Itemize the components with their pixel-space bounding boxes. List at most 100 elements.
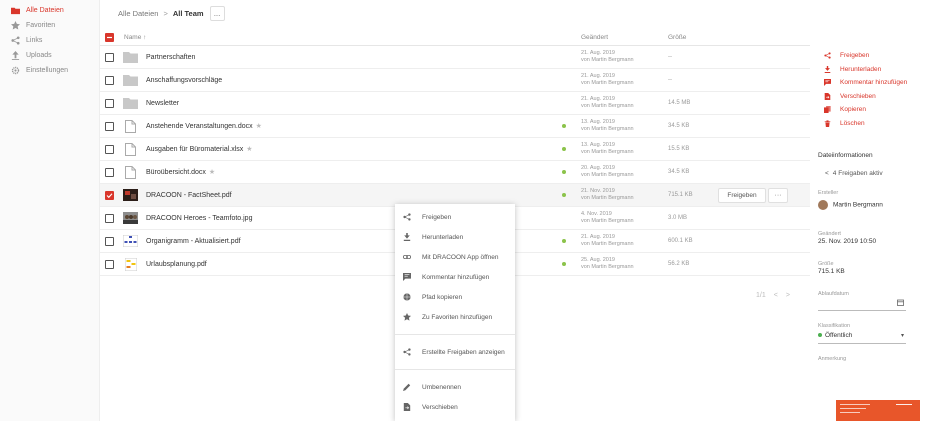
classification-label: Klassifikation: [818, 323, 851, 329]
modified-info: 13. Aug. 2019 von Martin Bergmann: [581, 142, 634, 155]
context-menu-item[interactable]: Kopieren: [395, 417, 515, 421]
file-icon: [123, 142, 138, 156]
file-size: 14.5 MB: [668, 100, 691, 106]
file-name[interactable]: Partnerschaften: [146, 54, 195, 61]
breadcrumb-root[interactable]: Alle Dateien: [118, 9, 158, 18]
context-menu-item[interactable]: Herunterladen: [395, 227, 515, 247]
modified-info: 21. Aug. 2019 von Martin Bergmann: [581, 234, 634, 247]
copy-icon: [824, 106, 833, 114]
file-name[interactable]: Anstehende Veranstaltungen.docx ★: [146, 122, 262, 130]
file-name[interactable]: DRACOON - FactSheet.pdf: [146, 192, 232, 199]
context-menu-item[interactable]: Mit DRACOON App öffnen: [395, 247, 515, 267]
upload-icon: [10, 51, 20, 61]
thumbnail-image: [123, 212, 138, 225]
sidebar-item-all-files[interactable]: Alle Dateien: [0, 3, 99, 18]
details-panel: Freigeben Herunterladen Kommentar hinzufüg…: [810, 0, 945, 421]
details-action-label: Kopieren: [840, 106, 867, 114]
context-menu-item[interactable]: Pfad kopieren: [395, 287, 515, 307]
prev-page-button[interactable]: <: [774, 292, 778, 299]
sidebar-item-uploads[interactable]: Uploads: [0, 48, 99, 63]
context-menu-item[interactable]: Zu Favoriten hinzufügen: [395, 307, 515, 327]
file-size: --: [668, 54, 672, 60]
file-name[interactable]: Ausgaben für Büromaterial.xlsx ★: [146, 145, 253, 153]
details-action[interactable]: Verschieben: [810, 90, 945, 104]
sync-status-dot: [562, 124, 566, 128]
star-icon[interactable]: ★: [256, 123, 262, 130]
sidebar-item-favorites[interactable]: Favoriten: [0, 18, 99, 33]
expiry-date-input[interactable]: [818, 299, 906, 309]
gear-icon: [10, 66, 20, 76]
table-row[interactable]: Anstehende Veranstaltungen.docx ★ 13. Aug.…: [100, 115, 810, 138]
row-more-button[interactable]: ···: [768, 187, 788, 203]
row-checkbox[interactable]: [105, 236, 114, 246]
star-icon[interactable]: ★: [209, 169, 215, 176]
row-checkbox[interactable]: [105, 190, 114, 200]
details-action[interactable]: Freigeben: [810, 49, 945, 63]
table-row[interactable]: Ausgaben für Büromaterial.xlsx ★ 13. Aug. …: [100, 138, 810, 161]
details-action[interactable]: Kommentar hinzufügen: [810, 76, 945, 90]
file-name[interactable]: Anschaffungsvorschläge: [146, 77, 222, 84]
details-action[interactable]: Löschen: [810, 117, 945, 131]
share-icon: <: [825, 170, 829, 177]
breadcrumb-current[interactable]: All Team: [173, 9, 204, 18]
row-checkbox[interactable]: [105, 52, 114, 62]
context-menu-item[interactable]: Freigeben: [395, 207, 515, 227]
sidebar-item-label: Einstellungen: [26, 67, 69, 74]
file-name[interactable]: Organigramm - Aktualisiert.pdf: [146, 238, 241, 245]
file-size: 34.5 KB: [668, 123, 690, 129]
details-action[interactable]: Herunterladen: [810, 63, 945, 77]
classification-select[interactable]: Öffentlich ▾: [818, 332, 906, 339]
select-all-checkbox[interactable]: [105, 33, 114, 42]
sync-status-dot: [562, 170, 566, 174]
modified-info: 25. Aug. 2019 von Martin Bergmann: [581, 257, 634, 270]
row-checkbox[interactable]: [105, 98, 114, 108]
row-checkbox[interactable]: [105, 75, 114, 85]
page-indicator: 1/1: [756, 292, 766, 299]
details-action[interactable]: Kopieren: [810, 103, 945, 117]
row-checkbox[interactable]: [105, 121, 114, 131]
modified-label: Geändert: [818, 231, 841, 237]
row-checkbox[interactable]: [105, 213, 114, 223]
modified-info: 21. Aug. 2019 von Martin Bergmann: [581, 50, 634, 63]
column-header-modified[interactable]: Geändert: [581, 34, 608, 41]
context-menu: Freigeben Herunterladen Mit DRACOON App öf…: [395, 204, 515, 421]
row-checkbox[interactable]: [105, 167, 114, 177]
modified-info: 21. Aug. 2019 von Martin Bergmann: [581, 73, 634, 86]
promo-banner[interactable]: [836, 400, 920, 421]
table-row[interactable]: Partnerschaften 21. Aug. 2019 von Martin B…: [100, 46, 810, 69]
file-name[interactable]: Urlaubsplanung.pdf: [146, 261, 207, 268]
context-menu-item[interactable]: Kommentar hinzufügen: [395, 267, 515, 287]
row-share-button[interactable]: Freigeben: [718, 187, 766, 203]
modified-value: 25. Nov. 2019 10:50: [818, 238, 877, 245]
sidebar-item-links[interactable]: Links: [0, 33, 99, 48]
file-icon: [123, 119, 138, 133]
sidebar-item-settings[interactable]: Einstellungen: [0, 63, 99, 78]
row-checkbox[interactable]: [105, 144, 114, 154]
file-name[interactable]: Büroübersicht.docx ★: [146, 168, 215, 176]
sync-status-dot: [562, 147, 566, 151]
file-info-title: Dateiinformationen: [818, 152, 873, 159]
shares-active[interactable]: <4 Freigaben aktiv: [825, 170, 883, 177]
details-action-label: Kommentar hinzufügen: [840, 79, 908, 87]
context-menu-item[interactable]: Umbenennen: [395, 377, 515, 397]
creator-label: Ersteller: [818, 190, 839, 196]
column-header-name[interactable]: Name ↑: [124, 34, 146, 41]
context-menu-label: Erstellte Freigaben anzeigen: [422, 348, 505, 356]
table-row[interactable]: Anschaffungsvorschläge 21. Aug. 2019 von M…: [100, 69, 810, 92]
context-menu-item[interactable]: Verschieben: [395, 397, 515, 417]
star-icon[interactable]: ★: [246, 146, 252, 153]
file-name[interactable]: Newsletter: [146, 100, 179, 107]
thumbnail-image: [123, 257, 138, 271]
details-action-label: Freigeben: [840, 52, 870, 60]
table-row[interactable]: Newsletter 21. Aug. 2019 von Martin Bergma…: [100, 92, 810, 115]
table-row[interactable]: Büroübersicht.docx ★ 20. Aug. 2019 von Mart…: [100, 161, 810, 184]
file-size: 34.5 KB: [668, 169, 690, 175]
breadcrumb-more-button[interactable]: ...: [209, 6, 225, 21]
file-name[interactable]: DRACOON Heroes - Teamfoto.jpg: [146, 215, 252, 222]
row-checkbox[interactable]: [105, 259, 114, 269]
next-page-button[interactable]: >: [786, 292, 790, 299]
context-menu-label: Freigeben: [422, 213, 452, 221]
sidebar-item-label: Links: [26, 37, 43, 44]
context-menu-item[interactable]: Erstellte Freigaben anzeigen: [395, 342, 515, 362]
column-header-size[interactable]: Größe: [668, 34, 686, 41]
